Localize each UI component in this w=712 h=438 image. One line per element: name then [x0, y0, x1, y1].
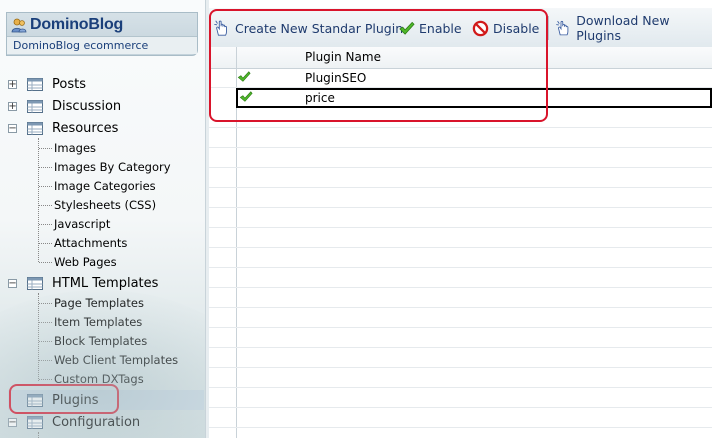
hand-pointer-icon: [214, 20, 227, 36]
tree-node-posts[interactable]: + Posts: [8, 74, 86, 94]
table-row-selected[interactable]: price: [236, 88, 712, 108]
tree-label-configuration: Configuration: [52, 414, 141, 430]
tree-item-custom-dxtags[interactable]: Custom DXTags: [54, 370, 144, 389]
brand-header: DominoBlog DominoBlog ecommerce: [6, 12, 198, 56]
tree-connector: [39, 379, 52, 380]
empty-row: [209, 228, 712, 248]
check-icon: [399, 21, 415, 35]
users-icon: [11, 18, 27, 33]
empty-row: [209, 128, 712, 148]
table-icon: [27, 276, 43, 290]
collapse-icon[interactable]: −: [8, 123, 17, 133]
disable-label: Disable: [493, 20, 540, 36]
tree-connector: [39, 341, 52, 342]
collapse-icon[interactable]: −: [8, 417, 17, 427]
tree-connector: [38, 432, 39, 438]
no-entry-icon: [472, 20, 489, 36]
plugin-name-cell: price: [305, 91, 335, 105]
check-icon: [237, 71, 251, 82]
table-icon: [27, 77, 43, 91]
tree-connector: [39, 243, 52, 244]
enable-button[interactable]: Enable: [398, 18, 462, 38]
table-icon: [27, 121, 43, 135]
disable-button[interactable]: Disable: [472, 18, 539, 38]
table-icon: [27, 393, 43, 407]
grid-header: Plugin Name: [209, 47, 712, 69]
sidebar: DominoBlog DominoBlog ecommerce + Posts …: [0, 0, 205, 438]
tree-connector: [39, 167, 52, 168]
app-subtitle: DominoBlog ecommerce: [7, 36, 197, 54]
expand-icon[interactable]: +: [8, 79, 17, 89]
plugin-name-cell: PluginSEO: [305, 71, 367, 85]
tree-node-discussion[interactable]: + Discussion: [8, 96, 121, 116]
column-header-plugin-name[interactable]: Plugin Name: [305, 47, 381, 68]
tree-item-stylesheets[interactable]: Stylesheets (CSS): [54, 196, 156, 215]
tree-node-html-templates[interactable]: − HTML Templates: [8, 273, 158, 293]
tree-connector: [39, 303, 52, 304]
create-plugin-label: Create New Standar Plugin: [235, 20, 404, 36]
empty-row: [209, 168, 712, 188]
empty-row: [209, 368, 712, 388]
tree-label-posts: Posts: [52, 76, 86, 92]
empty-row: [209, 388, 712, 408]
table-icon: [27, 415, 43, 429]
enable-label: Enable: [419, 20, 462, 36]
empty-row: [209, 308, 712, 328]
empty-row: [209, 408, 712, 428]
empty-row: [209, 148, 712, 168]
tree-item-block-templates[interactable]: Block Templates: [54, 332, 147, 351]
tree-label-plugins: Plugins: [52, 392, 99, 408]
table-icon: [27, 99, 43, 113]
tree-item-web-pages[interactable]: Web Pages: [54, 253, 117, 272]
download-plugins-button[interactable]: Download New Plugins: [555, 13, 712, 43]
tree-connector: [38, 293, 39, 381]
tree-connector: [39, 148, 52, 149]
empty-row: [209, 348, 712, 368]
collapse-icon[interactable]: −: [8, 278, 17, 288]
tree-node-plugins[interactable]: Plugins: [8, 390, 99, 410]
tree-item-javascript[interactable]: Javascript: [54, 215, 110, 234]
hand-pointer-icon: [556, 20, 569, 36]
tree-label-discussion: Discussion: [52, 98, 122, 114]
tree-item-image-categories[interactable]: Image Categories: [54, 177, 156, 196]
empty-row: [209, 208, 712, 228]
app-title: DominoBlog: [30, 16, 124, 33]
empty-row: [209, 108, 712, 128]
expand-icon[interactable]: +: [8, 101, 17, 111]
tree-item-item-templates[interactable]: Item Templates: [54, 313, 142, 332]
tree-label-resources: Resources: [52, 120, 119, 136]
empty-row: [209, 268, 712, 288]
tree-node-resources[interactable]: − Resources: [8, 118, 118, 138]
plugins-grid: Plugin Name PluginSEO price: [209, 47, 712, 438]
tree-connector: [39, 322, 52, 323]
check-icon: [239, 91, 253, 102]
empty-row: [209, 328, 712, 348]
empty-row: [209, 188, 712, 208]
table-row[interactable]: PluginSEO: [209, 68, 712, 88]
tree-connector: [39, 205, 52, 206]
tree-item-images[interactable]: Images: [54, 139, 96, 158]
download-plugins-label: Download New Plugins: [576, 13, 670, 43]
toolbar: Create New Standar Plugin Enable Disable…: [209, 8, 712, 48]
tree-connector: [39, 262, 52, 263]
tree-item-attachments[interactable]: Attachments: [54, 234, 127, 253]
tree-connector: [39, 224, 52, 225]
empty-row: [209, 288, 712, 308]
tree-label-html-templates: HTML Templates: [52, 275, 159, 291]
create-plugin-button[interactable]: Create New Standar Plugin: [213, 18, 403, 38]
top-strip: [209, 0, 712, 8]
brand-title: DominoBlog: [11, 15, 123, 35]
empty-row: [209, 248, 712, 268]
tree-connector: [39, 360, 52, 361]
tree-item-web-client-templates[interactable]: Web Client Templates: [54, 351, 178, 370]
tree-item-images-by-category[interactable]: Images By Category: [54, 158, 171, 177]
tree-connector: [39, 186, 52, 187]
tree-node-configuration[interactable]: − Configuration: [8, 412, 140, 432]
tree-item-page-templates[interactable]: Page Templates: [54, 294, 144, 313]
toolbar-separator: [548, 16, 549, 40]
